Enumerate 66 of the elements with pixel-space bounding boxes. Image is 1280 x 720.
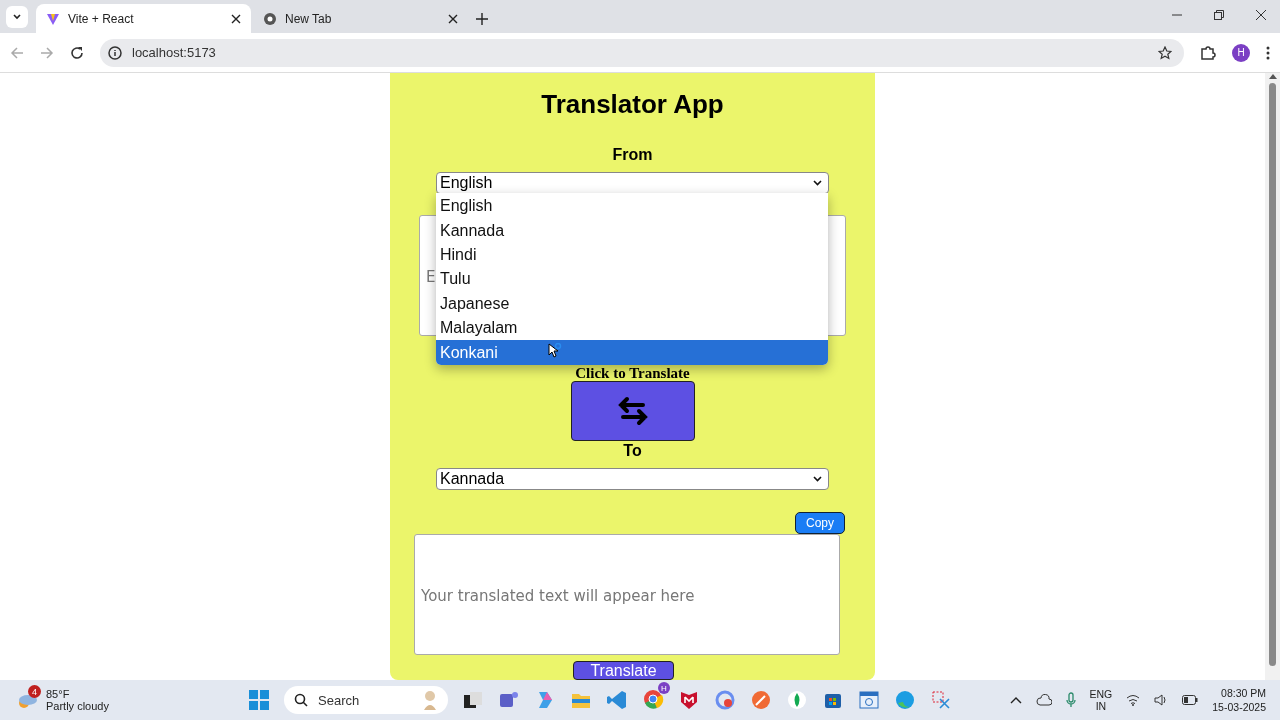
- dropdown-option[interactable]: Hindi: [436, 242, 828, 268]
- shield-icon[interactable]: [678, 689, 700, 711]
- app-title: Translator App: [541, 89, 724, 120]
- star-icon[interactable]: [1158, 45, 1172, 60]
- dropdown-option[interactable]: Malayalam: [436, 315, 828, 341]
- browser-tab[interactable]: New Tab: [253, 4, 468, 33]
- taskbar-search[interactable]: Search: [284, 686, 448, 714]
- from-select[interactable]: English: [436, 172, 829, 194]
- output-text-field[interactable]: Your translated text will appear here: [414, 533, 840, 656]
- clock[interactable]: 08:30 PM 15-03-2025: [1212, 687, 1266, 713]
- chevron-down-icon: [813, 179, 822, 186]
- ring-app-icon[interactable]: [714, 689, 736, 711]
- bust-figure-icon: [422, 690, 438, 710]
- speaker-icon[interactable]: [1154, 694, 1169, 706]
- swap-label: Click to Translate: [575, 366, 690, 381]
- temperature: 85°F: [46, 688, 71, 700]
- notification-badge: 4: [28, 685, 41, 698]
- browser-tab[interactable]: Vite + React: [36, 4, 251, 33]
- chrome-icon[interactable]: [642, 688, 664, 710]
- calendar-window-icon[interactable]: [858, 689, 880, 711]
- restore-icon[interactable]: [1214, 10, 1224, 20]
- weather-condition: Partly cloudy: [46, 700, 109, 712]
- to-label: To: [623, 441, 642, 460]
- dropdown-option[interactable]: Tulu: [436, 267, 828, 292]
- tab-search-button[interactable]: [6, 6, 28, 28]
- profile-badge: H: [658, 682, 670, 694]
- language-indicator[interactable]: ENG IN: [1089, 688, 1113, 712]
- scrollbar[interactable]: [1265, 73, 1280, 680]
- microphone-icon[interactable]: [1065, 692, 1076, 708]
- code-editor-icon[interactable]: [606, 689, 628, 711]
- snipping-tool-icon[interactable]: [930, 689, 952, 711]
- dropdown-option[interactable]: Kannada: [436, 218, 828, 243]
- globe-icon: [263, 11, 277, 26]
- reload-icon[interactable]: [70, 45, 84, 60]
- to-select[interactable]: Kannada: [436, 467, 829, 490]
- leaf-icon[interactable]: [786, 689, 808, 711]
- battery-icon[interactable]: [1182, 695, 1199, 705]
- new-tab-icon[interactable]: [476, 13, 488, 25]
- copy-button[interactable]: Copy: [795, 511, 845, 534]
- task-view-icon[interactable]: [462, 689, 484, 711]
- swap-button[interactable]: [570, 381, 695, 441]
- chevron-down-icon: [12, 12, 22, 22]
- dropdown-option[interactable]: Konkani: [436, 340, 828, 365]
- profile-avatar[interactable]: H: [1232, 43, 1250, 62]
- close-icon[interactable]: [448, 13, 458, 24]
- from-label: From: [612, 146, 653, 164]
- address-bar[interactable]: localhost:5173: [100, 38, 1184, 67]
- info-icon[interactable]: [108, 45, 122, 60]
- windows-start-icon[interactable]: [248, 689, 270, 711]
- close-icon[interactable]: [1256, 10, 1266, 20]
- scroll-up-arrow-icon[interactable]: [1268, 73, 1277, 79]
- cursor-icon: [548, 343, 562, 359]
- puzzle-piece-icon[interactable]: [1200, 44, 1216, 61]
- swap-arrows-icon: [616, 396, 649, 427]
- search-icon: [294, 693, 308, 707]
- dropdown-option[interactable]: Japanese: [436, 291, 828, 316]
- pen-app-icon[interactable]: [750, 689, 772, 711]
- more-menu-icon[interactable]: [1266, 45, 1270, 60]
- cloud-icon[interactable]: [1035, 694, 1052, 706]
- translate-button[interactable]: Translate: [573, 661, 674, 680]
- wifi-icon[interactable]: [1126, 694, 1141, 706]
- chevron-up-icon[interactable]: [1009, 696, 1022, 704]
- dropdown-option[interactable]: English: [436, 194, 828, 219]
- chevron-down-icon: [813, 475, 822, 482]
- triangle-logo-icon: [46, 11, 60, 26]
- close-icon[interactable]: [231, 13, 241, 24]
